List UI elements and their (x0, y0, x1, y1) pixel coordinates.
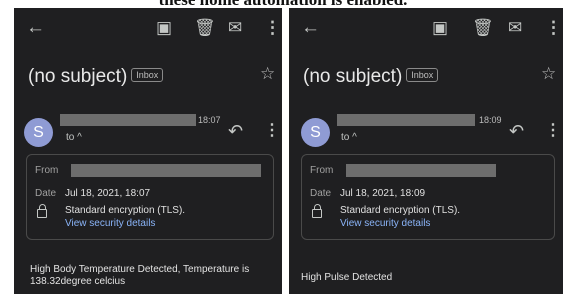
from-label: From (35, 165, 59, 176)
details-box: From Date Jul 18, 2021, 18:07 Standard e… (26, 154, 274, 240)
subject-text: (no subject) (303, 66, 403, 87)
sender-redacted (337, 114, 475, 126)
encryption-text: Standard encryption (TLS). (65, 205, 186, 216)
mail-icon[interactable]: ✉︎ (508, 18, 522, 38)
recipients-toggle[interactable]: to ^ (341, 132, 357, 143)
details-box: From Date Jul 18, 2021, 18:09 Standard e… (301, 154, 555, 240)
more-vert-icon[interactable]: ⋮ (545, 120, 561, 140)
back-arrow-icon[interactable]: ← (301, 18, 320, 38)
security-details-link[interactable]: View security details (65, 218, 155, 229)
recipients-toggle[interactable]: to ^ (66, 132, 82, 143)
more-vert-icon[interactable]: ⋮ (545, 18, 562, 38)
date-value: Jul 18, 2021, 18:07 (65, 188, 151, 199)
reply-icon[interactable]: ↶ (228, 121, 243, 142)
toolbar: ← ▣ 🗑︎ ✉︎ ⋮ (14, 14, 282, 42)
from-label: From (310, 165, 334, 176)
email-panel-2: ← ▣ 🗑︎ ✉︎ ⋮ (no subject) Inbox ☆ S 18:09 … (289, 8, 563, 294)
sender-redacted (60, 114, 196, 126)
date-label: Date (310, 188, 332, 199)
more-vert-icon[interactable]: ⋮ (264, 120, 280, 140)
encryption-text: Standard encryption (TLS). (340, 205, 461, 216)
date-value: Jul 18, 2021, 18:09 (340, 188, 426, 199)
avatar[interactable]: S (24, 118, 53, 147)
from-redacted (346, 164, 496, 177)
email-subject: (no subject) Inbox (28, 66, 164, 88)
email-time: 18:09 (479, 115, 502, 125)
from-redacted (71, 164, 261, 177)
security-details-link[interactable]: View security details (340, 218, 430, 229)
email-time: 18:07 (198, 115, 221, 125)
toolbar: ← ▣ 🗑︎ ✉︎ ⋮ (289, 14, 563, 42)
email-body: High Pulse Detected (301, 272, 393, 283)
mail-icon[interactable]: ✉︎ (228, 18, 242, 38)
inbox-label[interactable]: Inbox (131, 67, 164, 82)
email-body: High Body Temperature Detected, Temperat… (30, 264, 250, 287)
avatar[interactable]: S (301, 118, 330, 147)
star-icon[interactable]: ☆ (260, 64, 275, 84)
reply-icon[interactable]: ↶ (509, 121, 524, 142)
archive-icon[interactable]: ▣ (156, 18, 172, 38)
lock-icon (312, 204, 322, 218)
email-subject: (no subject) Inbox (303, 66, 439, 88)
more-vert-icon[interactable]: ⋮ (264, 18, 281, 38)
inbox-label[interactable]: Inbox (406, 67, 439, 82)
archive-icon[interactable]: ▣ (432, 18, 448, 38)
delete-icon[interactable]: 🗑︎ (472, 18, 494, 38)
date-label: Date (35, 188, 57, 199)
star-icon[interactable]: ☆ (541, 64, 556, 84)
subject-text: (no subject) (28, 66, 128, 87)
back-arrow-icon[interactable]: ← (26, 18, 45, 38)
lock-icon (37, 204, 47, 218)
delete-icon[interactable]: 🗑︎ (194, 18, 216, 38)
email-panel-1: ← ▣ 🗑︎ ✉︎ ⋮ (no subject) Inbox ☆ S 18:07 … (14, 8, 282, 294)
